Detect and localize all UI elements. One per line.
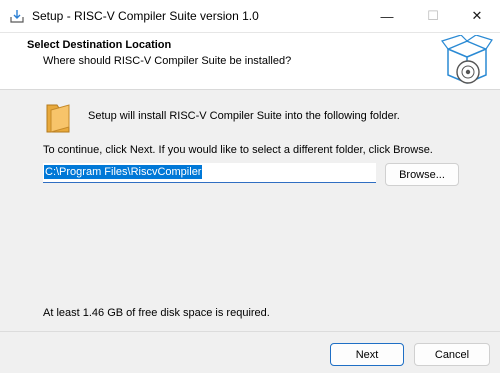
cancel-button[interactable]: Cancel bbox=[414, 343, 490, 366]
footer-divider bbox=[0, 331, 500, 332]
instruction-text: To continue, click Next. If you would li… bbox=[43, 144, 433, 156]
folder-icon bbox=[46, 104, 70, 133]
window-title: Setup - RISC-V Compiler Suite version 1.… bbox=[32, 9, 259, 23]
title-bar: Setup - RISC-V Compiler Suite version 1.… bbox=[0, 0, 500, 33]
minimize-icon: — bbox=[380, 8, 394, 24]
close-button[interactable]: ✕ bbox=[454, 0, 500, 32]
destination-path-input[interactable]: C:\Program Files\RiscvCompiler bbox=[43, 163, 376, 183]
page-subtitle: Where should RISC-V Compiler Suite be in… bbox=[43, 55, 292, 67]
browse-button[interactable]: Browse... bbox=[385, 163, 459, 186]
next-button[interactable]: Next bbox=[330, 343, 404, 366]
maximize-button[interactable]: ☐ bbox=[410, 0, 456, 32]
setup-app-icon bbox=[10, 10, 24, 23]
destination-path-value: C:\Program Files\RiscvCompiler bbox=[44, 165, 203, 179]
wizard-header: Select Destination Location Where should… bbox=[0, 33, 500, 90]
page-title: Select Destination Location bbox=[27, 39, 172, 51]
minimize-button[interactable]: — bbox=[364, 0, 410, 32]
maximize-icon: ☐ bbox=[427, 8, 439, 23]
info-text: Setup will install RISC-V Compiler Suite… bbox=[88, 110, 400, 122]
setup-box-disc-icon bbox=[441, 35, 493, 84]
disk-space-text: At least 1.46 GB of free disk space is r… bbox=[43, 307, 270, 319]
close-icon: ✕ bbox=[471, 8, 483, 23]
